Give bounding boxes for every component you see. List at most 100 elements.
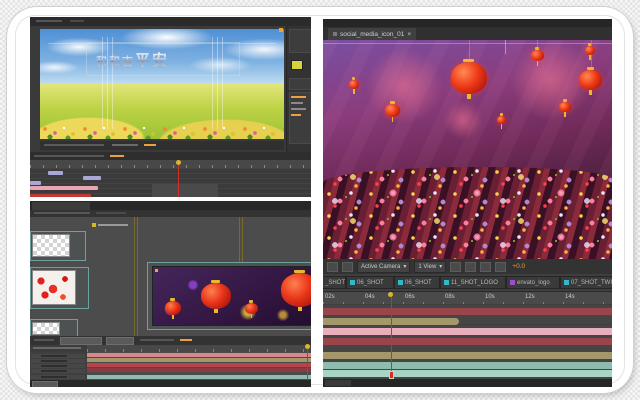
- layer-lanes: [87, 352, 311, 380]
- fill-color-swatch[interactable]: [291, 60, 303, 70]
- ruler-tick: 08s: [445, 294, 455, 300]
- layer-bar[interactable]: [48, 171, 63, 175]
- lantern: [531, 50, 544, 61]
- time-ruler[interactable]: 02s 04s 06s 08s 10s 12s 14s: [323, 291, 612, 305]
- layer-bar[interactable]: [30, 194, 91, 197]
- lantern: [585, 46, 595, 55]
- comp-tab[interactable]: _SHOT: [323, 277, 345, 288]
- composition-viewer-landscape[interactable]: 和和吉平安: [40, 29, 284, 139]
- layer-bar[interactable]: [30, 181, 41, 185]
- tab-label: social_media_icon_01: [340, 31, 404, 38]
- chevron-down-icon: ▾: [403, 263, 406, 270]
- comp-tab[interactable]: 11_SHOT_LOGO: [441, 277, 505, 288]
- layer-bar[interactable]: [323, 352, 612, 359]
- lantern: [165, 301, 181, 315]
- toolbar-icon[interactable]: [465, 262, 476, 272]
- toolbar-icons[interactable]: [34, 339, 54, 341]
- pane-corner-marker: [279, 28, 283, 32]
- playhead-marker[interactable]: [305, 344, 310, 349]
- close-icon[interactable]: ×: [407, 31, 411, 38]
- toolbar-icon[interactable]: [342, 262, 353, 272]
- layer-row[interactable]: [31, 375, 85, 379]
- layer-bar[interactable]: [87, 358, 311, 362]
- playhead-line[interactable]: [307, 345, 308, 380]
- playhead-handle[interactable]: [389, 371, 394, 379]
- lantern: [281, 273, 311, 307]
- header-text-block: [36, 20, 62, 22]
- footer-grip[interactable]: [325, 380, 351, 386]
- toolbar-icon[interactable]: [480, 262, 491, 272]
- title-text-large: 平安: [135, 52, 169, 69]
- viewer-toolbar: [40, 141, 284, 150]
- layer-bar[interactable]: [87, 363, 311, 367]
- time-ruler[interactable]: [87, 345, 311, 352]
- transparent-thumb[interactable]: [32, 234, 70, 257]
- ae-flowchart-panel: [30, 201, 311, 387]
- viewer-tool-icons[interactable]: [112, 144, 138, 146]
- footer-grip[interactable]: [32, 381, 58, 387]
- layer-row[interactable]: [31, 359, 85, 363]
- info-section: [289, 78, 311, 90]
- info-side-panel: [286, 26, 311, 154]
- viewer-tool-icons[interactable]: [44, 144, 104, 146]
- timeline-icons[interactable]: [33, 347, 81, 349]
- comp-tab[interactable]: 07_SHOT_TWITTER: [561, 277, 612, 288]
- composition-tab[interactable]: social_media_icon_01 ×: [328, 28, 416, 40]
- flowchart-menu-text[interactable]: [34, 212, 90, 214]
- composition-viewer-lanterns[interactable]: [323, 40, 612, 259]
- layer-bar[interactable]: [323, 328, 612, 335]
- guide-line: [505, 40, 506, 54]
- layer-row[interactable]: [31, 364, 85, 368]
- playhead-marker[interactable]: [388, 292, 393, 297]
- info-section: [289, 29, 311, 53]
- layer-bar[interactable]: [87, 353, 311, 357]
- comp-tab-label: _SHOT: [325, 280, 345, 286]
- viewer-toolbar: [30, 336, 311, 345]
- flowchart-tabstrip: [30, 201, 311, 210]
- layer-bar[interactable]: [323, 308, 612, 315]
- playhead-marker[interactable]: [176, 160, 181, 165]
- comp-tab[interactable]: 06_SHOT: [395, 277, 439, 288]
- comp-color-chip: [564, 280, 569, 285]
- layer-row[interactable]: [31, 354, 85, 358]
- layer-bar[interactable]: [83, 176, 101, 180]
- layer-bar[interactable]: [323, 370, 612, 377]
- layer-bar[interactable]: [87, 368, 311, 372]
- layer-bar[interactable]: [323, 362, 612, 369]
- comp-tab[interactable]: 06_SHOT: [347, 277, 393, 288]
- toolbar-icons[interactable]: [140, 339, 174, 341]
- lantern: [497, 116, 506, 124]
- lantern-thumb[interactable]: [32, 270, 76, 305]
- comp-tab-row: _SHOT 06_SHOT 06_SHOT 11_SHOT_LOGO envat…: [323, 276, 612, 289]
- view-dropdown[interactable]: [106, 337, 134, 345]
- toolbar-icon[interactable]: [327, 262, 338, 272]
- lantern: [245, 303, 258, 314]
- flowchart-menu-text[interactable]: [96, 212, 126, 214]
- playhead-line[interactable]: [178, 160, 179, 197]
- lantern-preview-image[interactable]: [152, 266, 311, 326]
- comp-tab-label: 07_SHOT_TWITTER: [571, 280, 612, 286]
- flowchart-canvas[interactable]: [30, 217, 311, 336]
- layer-bar[interactable]: [87, 375, 311, 379]
- comp-tab-label: 06_SHOT: [357, 280, 384, 286]
- timeline-tool-icons[interactable]: [34, 155, 104, 157]
- layer-bar[interactable]: [323, 338, 612, 345]
- work-area-highlight: [152, 184, 218, 197]
- comp-tab[interactable]: envato_logo: [507, 277, 559, 288]
- flowchart-tab[interactable]: [32, 202, 90, 210]
- transparent-thumb[interactable]: [32, 322, 60, 335]
- toolbar-icon[interactable]: [450, 262, 461, 272]
- magnification-value[interactable]: [144, 144, 156, 146]
- toolbar-icon[interactable]: [495, 262, 506, 272]
- layer-row[interactable]: [31, 369, 85, 373]
- timeline-panel: [30, 152, 311, 197]
- time-ruler[interactable]: [30, 160, 311, 168]
- layer-bar[interactable]: [30, 186, 98, 190]
- camera-dropdown[interactable]: [60, 337, 102, 345]
- camera-dropdown[interactable]: Active Camera ▾: [357, 261, 410, 273]
- window-header: [30, 17, 311, 26]
- view-dropdown[interactable]: 1 View ▾: [414, 261, 446, 273]
- ruler-tick: 04s: [365, 294, 375, 300]
- view-dropdown-label: 1 View: [418, 264, 436, 270]
- ae-window-composition: 和和吉平安: [30, 17, 311, 197]
